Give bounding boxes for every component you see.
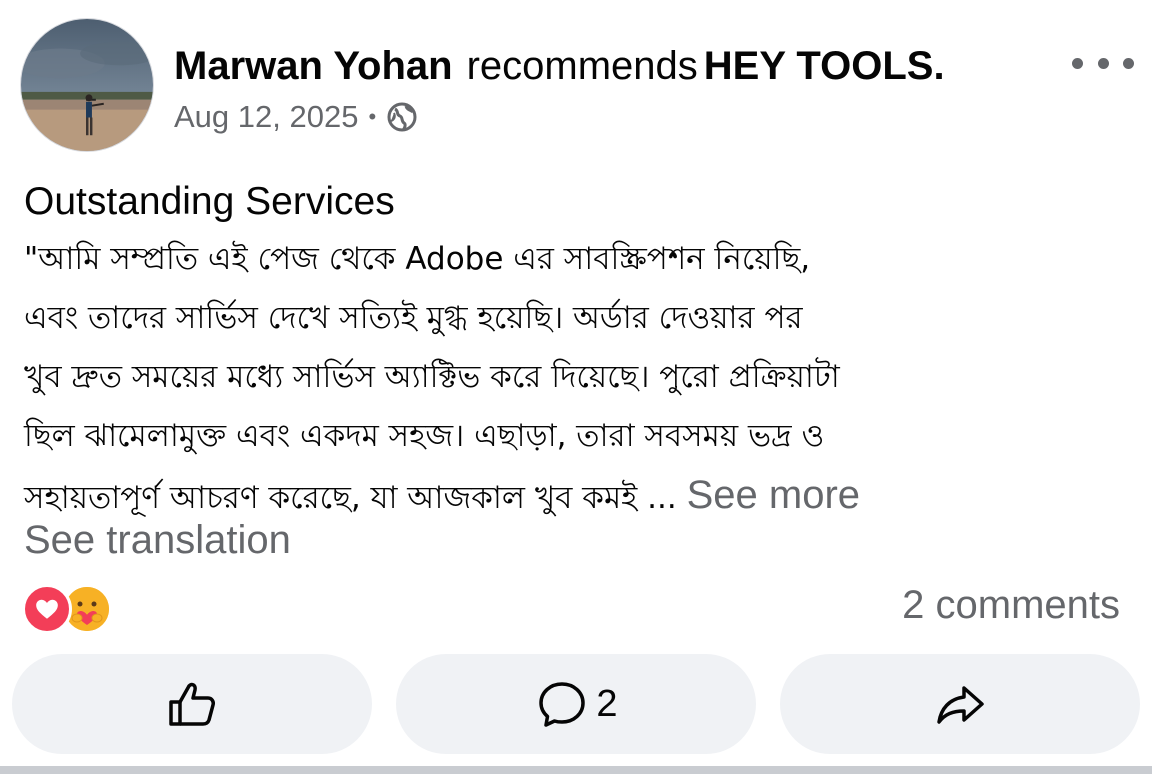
page-name-link[interactable]: HEY TOOLS. [704,44,945,88]
thumbs-up-icon [169,682,215,726]
share-button[interactable] [780,654,1140,754]
comment-count: 2 [596,682,618,725]
share-arrow-icon [937,686,984,724]
post-body-line: ছিল ঝামেলামুক্ত এবং একদম সহজ। এছাড়া, তা… [24,418,825,454]
post-body-line: খুব দ্রুত সময়ের মধ্যে সার্ভিস অ্যাক্টিভ… [24,359,840,395]
globe-icon[interactable] [386,101,418,133]
author-avatar[interactable] [20,18,154,152]
post-body-line: সহায়তাপূর্ণ আচরণ করেছে, যা আজকাল খুব কম… [24,480,677,516]
post-title: Outstanding Services [24,180,395,223]
post-header: Marwan Yohan recommends HEY TOOLS. [174,40,945,92]
header-action-text: recommends [466,44,698,88]
post-body: "আমি সম্প্রতি এই পেজ থেকে Adobe এর সাবস্… [24,230,1134,525]
more-options-icon[interactable] [1072,48,1134,78]
love-reaction-icon [22,584,72,634]
avatar-photo [21,19,153,151]
post-body-line: "আমি সম্প্রতি এই পেজ থেকে Adobe এর সাবস্… [24,241,811,277]
see-more-link[interactable]: See more [687,473,860,517]
comments-count-link[interactable]: 2 comments [902,580,1120,630]
feed-divider [0,766,1152,774]
see-translation-link[interactable]: See translation [24,515,291,565]
reaction-summary[interactable] [22,582,118,634]
post-body-line: এবং তাদের সার্ভিস দেখে সত্যিই মুগ্ধ হয়ে… [24,300,803,336]
post-meta: Aug 12, 2025 • [174,96,418,138]
comment-bubble-icon [539,682,586,727]
author-name[interactable]: Marwan Yohan [174,44,453,88]
like-button[interactable] [12,654,372,754]
comment-button[interactable]: 2 [396,654,756,754]
meta-separator: • [368,104,377,129]
post-date[interactable]: Aug 12, 2025 [174,99,358,135]
